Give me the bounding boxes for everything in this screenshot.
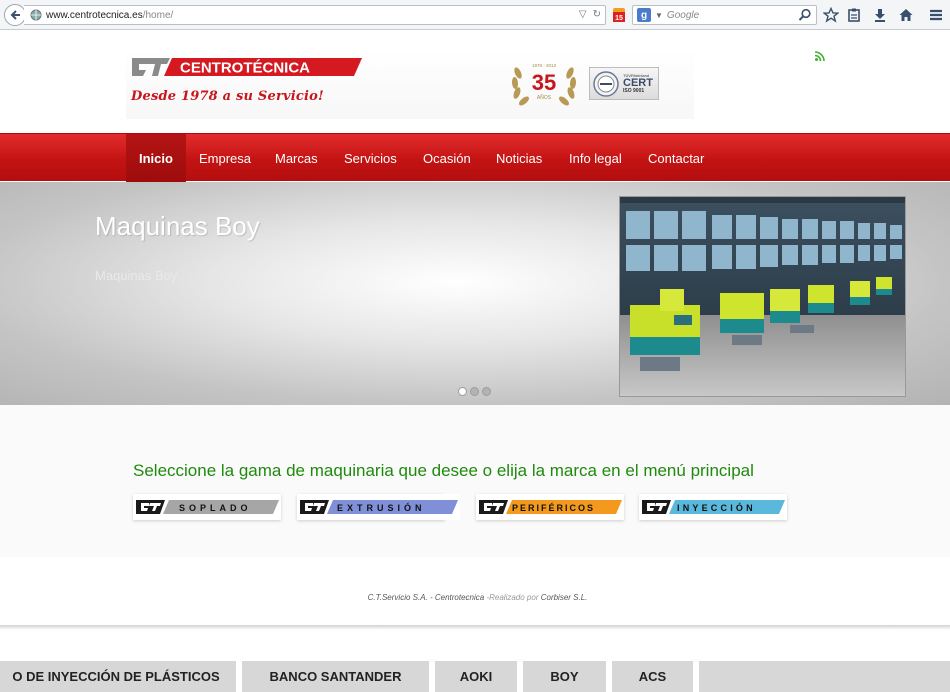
globe-icon [30,9,42,21]
footer-separator: -Realizado por [484,593,541,602]
ticker-item[interactable]: BOY [523,661,612,692]
footer-credits: C.T.Servicio S.A. - Centrotecnica -Reali… [0,593,950,602]
range-label: INYECCIÓN [677,502,756,513]
calendar-icon: 15 [613,8,625,22]
nav-item-marcas[interactable]: Marcas [262,134,331,182]
range-label: EXTRUSIÓN [337,502,426,513]
back-button[interactable] [4,4,26,26]
range-button-inyeccion[interactable]: INYECCIÓN [639,494,787,520]
bookmark-star-icon[interactable] [822,6,840,24]
clipboard-icon[interactable] [845,6,863,24]
cert-label: CERT [623,76,653,89]
range-section: Seleccione la gama de maquinaria que des… [0,405,950,557]
chevron-down-icon[interactable]: ▼ [655,11,663,20]
search-placeholder: Google [666,9,700,21]
range-section-title: Seleccione la gama de maquinaria que des… [133,461,754,480]
nav-item-info-legal[interactable]: Info legal [556,134,635,182]
slogan: Desde 1978 a su Servicio! [131,89,324,104]
search-box[interactable]: g ▼ Google [632,5,817,25]
extension-icon[interactable]: 15 [612,7,626,23]
reload-icon[interactable]: ↻ [593,9,601,20]
anniversary-label: AÑOS [537,94,552,101]
url-host: www.centrotecnica.es [46,9,143,21]
logo-text: CENTROTÉCNICA [180,60,310,77]
browser-toolbar: www.centrotecnica.es/home/ ▽ ↻ 15 g ▼ Go… [0,0,950,30]
site-footer: C.T.Servicio S.A. - Centrotecnica -Reali… [0,557,950,629]
slide-photo [619,196,906,397]
nav-item-servicios[interactable]: Servicios [331,134,410,182]
menu-icon[interactable] [927,6,945,24]
ticker-item[interactable]: ACS [612,661,699,692]
nav-item-inicio[interactable]: Inicio [126,134,186,182]
slider-dot[interactable] [458,387,467,396]
range-label: SOPLADO [179,503,252,513]
anniversary-badge: 1978 - 2013 35 AÑOS [511,63,577,106]
nav-item-empresa[interactable]: Empresa [186,134,264,182]
brand-ticker: O DE INYECCIÓN DE PLÁSTICOS BANCO SANTAN… [0,661,950,692]
slide-title: Maquinas Boy [95,211,260,241]
extension-badge: 15 [615,15,623,22]
search-icon[interactable] [798,8,812,22]
range-label: PERIFÉRICOS [512,503,595,513]
rss-icon[interactable] [815,51,825,61]
slider-dots [458,387,491,396]
slider-dot[interactable] [482,387,491,396]
cert-standard: ISO 9001 [623,87,645,94]
back-arrow-icon [10,10,20,20]
range-button-soplado[interactable]: SOPLADO [133,494,281,520]
footer-company: C.T.Servicio S.A. - Centrotecnica [367,593,485,602]
nav-item-noticias[interactable]: Noticias [483,134,555,182]
ticker-item[interactable]: O DE INYECCIÓN DE PLÁSTICOS [0,661,242,692]
footer-divider [0,625,950,630]
google-icon[interactable]: g [637,8,651,22]
site-header: CENTROTÉCNICA Desde 1978 a su Servicio! … [0,31,950,133]
anniversary-number: 35 [532,70,556,95]
url-path: /home/ [142,9,174,21]
main-nav: Inicio Empresa Marcas Servicios Ocasión … [0,133,950,182]
nav-item-contactar[interactable]: Contactar [635,134,717,182]
url-text: www.centrotecnica.es/home/ [46,10,173,21]
home-icon[interactable] [897,6,915,24]
anniversary-years: 1978 - 2013 [532,63,557,68]
range-button-extrusion[interactable]: EXTRUSIÓN [297,494,460,520]
footer-author-link[interactable]: Corbiser S.L. [541,593,588,602]
slide-subtitle: Maquinas Boy [95,268,178,283]
iso-cert-badge: TÜVRheinland CERT ISO 9001 [589,67,659,100]
ticker-item[interactable]: BANCO SANTANDER [242,661,435,692]
ticker-item[interactable]: AOKI [435,661,523,692]
range-button-perifericos[interactable]: PERIFÉRICOS [476,494,624,520]
address-bar[interactable]: www.centrotecnica.es/home/ ▽ ↻ [24,5,606,25]
tuv-seal-icon [593,70,619,97]
nav-item-ocasion[interactable]: Ocasión [410,134,484,182]
download-icon[interactable] [871,6,889,24]
dropdown-icon[interactable]: ▽ [579,9,587,20]
slider-dot[interactable] [470,387,479,396]
